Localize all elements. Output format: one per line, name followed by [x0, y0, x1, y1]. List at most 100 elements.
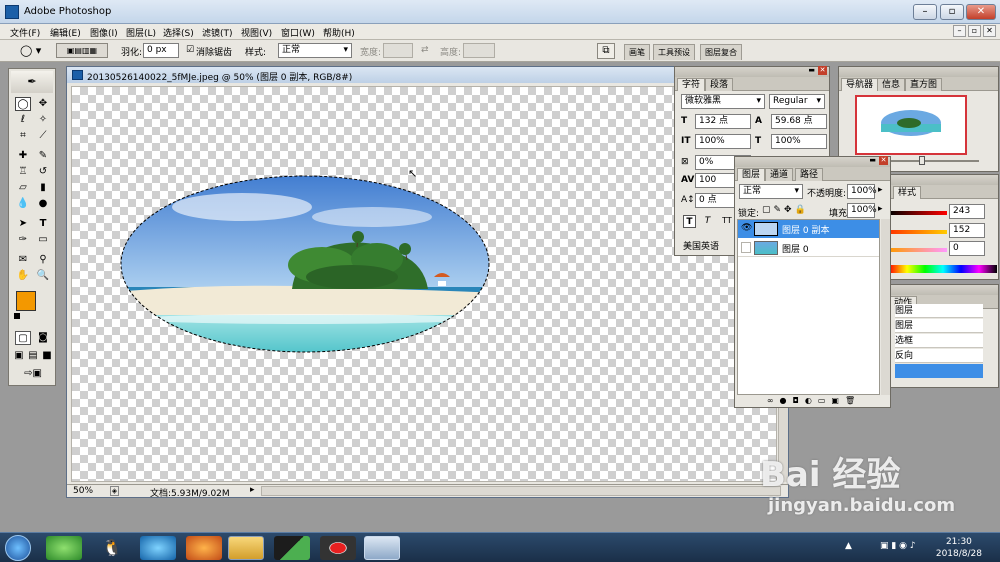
status-icon[interactable]: ◈	[110, 486, 119, 496]
blue-value[interactable]: 0	[949, 241, 985, 256]
swap-icon[interactable]: ⇄	[421, 45, 429, 55]
tab-brushes[interactable]: 画笔	[624, 44, 650, 60]
dodge-tool-icon[interactable]: ●	[35, 197, 51, 211]
minimize-button[interactable]: –	[913, 4, 937, 20]
menu-layer[interactable]: 图层(L)	[126, 26, 156, 39]
magic-wand-tool-icon[interactable]: ✧	[35, 113, 51, 127]
layer-row[interactable]: 👁 图层 0 副本	[738, 220, 879, 238]
tab-navigator[interactable]: 导航器	[841, 78, 879, 91]
faux-italic-button[interactable]: T	[701, 215, 714, 228]
green-slider[interactable]	[889, 230, 947, 234]
opacity-input[interactable]: 100%	[847, 184, 877, 199]
screen-mode-full-icon[interactable]: ■	[39, 349, 55, 363]
tray-arrow-icon[interactable]: ▲	[845, 541, 852, 551]
status-menu-arrow-icon[interactable]: ▸	[250, 485, 255, 495]
action-item[interactable]: 反向	[895, 349, 983, 363]
vertical-scale-input[interactable]: 100%	[695, 134, 751, 149]
quick-mask-icon[interactable]: ◙	[35, 331, 51, 345]
menu-help[interactable]: 帮助(H)	[323, 26, 355, 39]
fill-arrow-icon[interactable]: ▸	[878, 204, 883, 214]
layer-row[interactable]: 图层 0	[738, 239, 879, 257]
action-item[interactable]: 图层	[895, 319, 983, 333]
lasso-tool-icon[interactable]: ℓ	[15, 113, 31, 127]
tab-character[interactable]: 字符	[677, 78, 706, 91]
font-size-input[interactable]: 132 点	[695, 114, 751, 129]
panel-minimize-icon[interactable]: ▬	[869, 156, 876, 164]
foreground-color-swatch[interactable]	[16, 291, 36, 311]
tab-paragraph[interactable]: 段落	[705, 78, 734, 91]
default-colors-icon[interactable]	[14, 313, 20, 319]
eyedropper-tool-icon[interactable]: ⚲	[35, 253, 51, 267]
restore-button[interactable]: ▫	[940, 4, 964, 20]
start-button[interactable]	[5, 535, 31, 561]
visibility-eye-icon[interactable]: 👁	[741, 223, 752, 233]
green-value[interactable]: 152	[949, 223, 985, 238]
adobe-feather-icon[interactable]: ✒	[11, 71, 53, 93]
action-item[interactable]: 选框	[895, 334, 983, 348]
menu-file[interactable]: 文件(F)	[10, 26, 40, 39]
doc-close-button[interactable]: ✕	[983, 25, 996, 37]
taskbar-app-icon[interactable]	[46, 536, 82, 560]
language-select[interactable]: 美国英语	[683, 239, 719, 252]
jump-to-imageready-icon[interactable]: ⇨▣	[17, 367, 49, 381]
clone-stamp-tool-icon[interactable]: ♖	[15, 165, 31, 179]
tab-channels[interactable]: 通道	[765, 168, 794, 181]
marquee-tool-icon[interactable]: ◯	[15, 97, 31, 111]
style-select[interactable]: 正常 ▾	[278, 43, 352, 58]
slice-tool-icon[interactable]: ⟋	[35, 129, 51, 143]
faux-bold-button[interactable]: T	[683, 215, 696, 228]
font-family-select[interactable]: 微软雅黑 ▾	[681, 94, 765, 109]
path-selection-tool-icon[interactable]: ➤	[15, 217, 31, 231]
all-caps-button[interactable]: TT	[719, 215, 735, 228]
layers-scrollbar[interactable]	[881, 219, 890, 395]
standard-mode-icon[interactable]: ▢	[15, 331, 31, 345]
doc-restore-button[interactable]: ▫	[968, 25, 981, 37]
zoom-level[interactable]: 50%	[73, 486, 93, 496]
panel-close-icon[interactable]: ✕	[818, 66, 827, 75]
tab-layer-comps[interactable]: 图层复合	[700, 44, 742, 60]
palette-well-icon[interactable]: ⧉	[597, 43, 615, 59]
action-item-selected[interactable]	[895, 364, 983, 378]
horizontal-scale-input[interactable]: 100%	[771, 134, 827, 149]
tab-layers[interactable]: 图层	[737, 168, 766, 181]
red-slider[interactable]	[889, 211, 947, 215]
canvas[interactable]: ↖	[71, 86, 777, 482]
layer-action-icons[interactable]: ∞●◘◐▭▣🗑	[739, 396, 889, 407]
brush-tool-icon[interactable]: ✎	[35, 149, 51, 163]
record-app-icon[interactable]	[320, 536, 356, 560]
horizontal-scrollbar[interactable]	[261, 486, 781, 496]
healing-brush-tool-icon[interactable]: ✚	[15, 149, 31, 163]
selection-mode-buttons[interactable]: ▣▤▥▦	[56, 43, 108, 58]
lock-icons[interactable]: ▢✎✥🔒	[762, 205, 809, 215]
blend-mode-select[interactable]: 正常 ▾	[739, 184, 803, 199]
notes-tool-icon[interactable]: ✉	[15, 253, 31, 267]
zoom-tool-icon[interactable]: 🔍	[35, 269, 51, 283]
tab-paths[interactable]: 路径	[795, 168, 824, 181]
feather-input[interactable]: 0 px	[143, 43, 179, 58]
photoshop-taskbar-icon[interactable]	[364, 536, 400, 560]
blur-tool-icon[interactable]: 💧	[15, 197, 31, 211]
shape-tool-icon[interactable]: ▭	[35, 233, 51, 247]
crop-tool-icon[interactable]: ⌗	[15, 129, 31, 143]
menu-edit[interactable]: 编辑(E)	[50, 26, 81, 39]
tab-styles[interactable]: 样式	[893, 186, 922, 199]
eraser-tool-icon[interactable]: ▱	[15, 181, 31, 195]
pen-tool-icon[interactable]: ✑	[15, 233, 31, 247]
width-input[interactable]	[383, 43, 413, 58]
type-tool-icon[interactable]: T	[35, 217, 51, 231]
menu-filter[interactable]: 滤镜(T)	[202, 26, 233, 39]
font-style-select[interactable]: Regular ▾	[769, 94, 825, 109]
tab-info[interactable]: 信息	[877, 78, 906, 91]
menu-image[interactable]: 图像(I)	[90, 26, 118, 39]
doc-minimize-button[interactable]: –	[953, 25, 966, 37]
blue-slider[interactable]	[889, 248, 947, 252]
zoom-slider-thumb[interactable]	[919, 156, 925, 165]
file-explorer-icon[interactable]	[228, 536, 264, 560]
height-input[interactable]	[463, 43, 495, 58]
opacity-arrow-icon[interactable]: ▸	[878, 185, 883, 195]
hand-tool-icon[interactable]: ✋	[15, 269, 31, 283]
app-icon[interactable]	[274, 536, 310, 560]
menu-select[interactable]: 选择(S)	[163, 26, 194, 39]
tab-tool-presets[interactable]: 工具预设	[653, 44, 695, 60]
action-item[interactable]: 图层	[895, 304, 983, 318]
